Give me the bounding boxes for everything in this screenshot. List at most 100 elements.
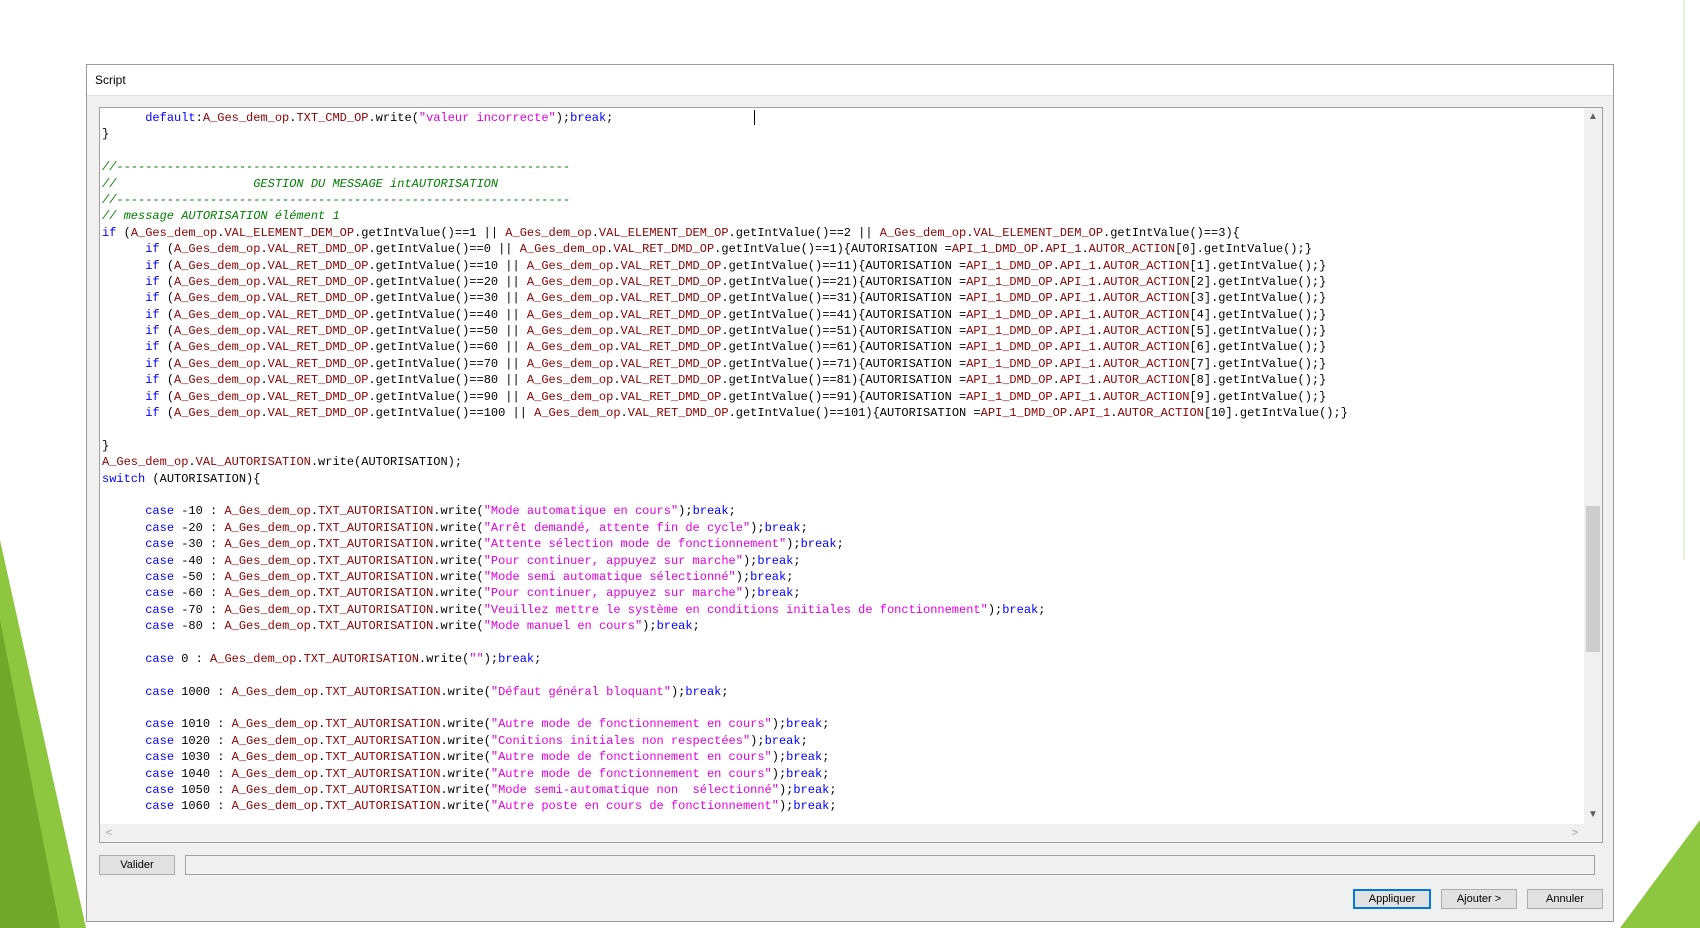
- code-text: ;: [606, 111, 614, 125]
- code-keyword: if: [102, 225, 117, 240]
- code-line[interactable]: case 1000 : A_Ges_dem_op.TXT_AUTORISATIO…: [102, 684, 1582, 700]
- code-string: "Arrêt demandé, attente fin de cycle": [483, 520, 751, 535]
- code-line[interactable]: if (A_Ges_dem_op.VAL_ELEMENT_DEM_OP.getI…: [102, 225, 1582, 241]
- code-text: .: [260, 258, 268, 273]
- code-line[interactable]: case -70 : A_Ges_dem_op.TXT_AUTORISATION…: [102, 602, 1582, 618]
- horizontal-scrollbar[interactable]: < >: [100, 824, 1584, 842]
- code-identifier: AUTOR_ACTION: [1103, 307, 1190, 322]
- validation-output-field[interactable]: [185, 855, 1595, 875]
- code-text: (: [159, 242, 175, 257]
- code-identifier: TXT_AUTORISATION: [318, 537, 434, 552]
- code-line[interactable]: case 1040 : A_Ges_dem_op.TXT_AUTORISATIO…: [102, 766, 1582, 782]
- code-line[interactable]: ​: [102, 667, 1582, 683]
- code-line[interactable]: A_Ges_dem_op.VAL_AUTORISATION.write(AUTO…: [102, 454, 1582, 470]
- code-line[interactable]: if (A_Ges_dem_op.VAL_RET_DMD_OP.getIntVa…: [102, 241, 1582, 257]
- code-line[interactable]: }: [102, 126, 1582, 142]
- code-text: .: [1095, 274, 1104, 289]
- code-line[interactable]: case -60 : A_Ges_dem_op.TXT_AUTORISATION…: [102, 585, 1582, 601]
- code-text: 1040 :: [174, 766, 232, 781]
- code-line[interactable]: ​: [102, 635, 1582, 651]
- code-text: (: [159, 373, 175, 388]
- script-editor[interactable]: default:A_Ges_dem_op.TXT_CMD_OP.write("v…: [99, 107, 1603, 843]
- code-identifier: API_1: [1059, 340, 1096, 355]
- code-identifier: AUTOR_ACTION: [1103, 291, 1190, 306]
- appliquer-button[interactable]: Appliquer: [1353, 889, 1431, 909]
- code-line[interactable]: ​: [102, 487, 1582, 503]
- code-identifier: VAL_RET_DMD_OP: [267, 389, 369, 404]
- scroll-down-icon[interactable]: ▼: [1584, 806, 1602, 824]
- code-line[interactable]: case 1030 : A_Ges_dem_op.TXT_AUTORISATIO…: [102, 749, 1582, 765]
- code-line[interactable]: if (A_Ges_dem_op.VAL_RET_DMD_OP.getIntVa…: [102, 372, 1582, 388]
- code-identifier: A_Ges_dem_op: [102, 455, 189, 470]
- code-identifier: API_1: [1074, 406, 1111, 421]
- code-keyword: if: [145, 373, 160, 388]
- code-line[interactable]: case 1010 : A_Ges_dem_op.TXT_AUTORISATIO…: [102, 716, 1582, 732]
- code-line[interactable]: case 1060 : A_Ges_dem_op.TXT_AUTORISATIO…: [102, 798, 1582, 814]
- scroll-right-icon[interactable]: >: [1566, 824, 1584, 842]
- code-area[interactable]: default:A_Ges_dem_op.TXT_CMD_OP.write("v…: [102, 110, 1582, 824]
- code-line[interactable]: case -10 : A_Ges_dem_op.TXT_AUTORISATION…: [102, 503, 1582, 519]
- vertical-scrollbar[interactable]: ▲ ▼: [1584, 108, 1602, 824]
- code-identifier: A_Ges_dem_op: [174, 389, 261, 404]
- code-line[interactable]: case -50 : A_Ges_dem_op.TXT_AUTORISATION…: [102, 569, 1582, 585]
- code-text: .getIntValue()==10 ||: [368, 258, 527, 273]
- code-keyword: break: [656, 619, 693, 634]
- code-line[interactable]: case -40 : A_Ges_dem_op.TXT_AUTORISATION…: [102, 553, 1582, 569]
- code-string: "Autre mode de fonctionnement en cours": [490, 717, 772, 732]
- slide-line-right: [1683, 0, 1685, 560]
- code-identifier: VAL_RET_DMD_OP: [267, 356, 369, 371]
- code-identifier: A_Ges_dem_op: [526, 274, 614, 289]
- code-line[interactable]: if (A_Ges_dem_op.VAL_RET_DMD_OP.getIntVa…: [102, 405, 1582, 421]
- window-title: Script: [95, 73, 126, 87]
- code-text: );: [742, 586, 758, 601]
- scroll-up-icon[interactable]: ▲: [1584, 108, 1602, 126]
- code-line[interactable]: case -80 : A_Ges_dem_op.TXT_AUTORISATION…: [102, 618, 1582, 634]
- code-text: .: [1052, 340, 1060, 355]
- code-line[interactable]: default:A_Ges_dem_op.TXT_CMD_OP.write("v…: [102, 110, 1582, 126]
- slide-decoration-left: [0, 540, 86, 928]
- code-keyword: if: [145, 356, 160, 371]
- code-text: );: [483, 651, 499, 666]
- code-line[interactable]: ​: [102, 421, 1582, 437]
- code-identifier: VAL_RET_DMD_OP: [627, 406, 729, 421]
- code-line[interactable]: if (A_Ges_dem_op.VAL_RET_DMD_OP.getIntVa…: [102, 323, 1582, 339]
- code-line[interactable]: ​: [102, 143, 1582, 159]
- code-line[interactable]: case 1020 : A_Ges_dem_op.TXT_AUTORISATIO…: [102, 733, 1582, 749]
- code-identifier: TXT_AUTORISATION: [325, 733, 441, 748]
- scroll-left-icon[interactable]: <: [100, 824, 118, 842]
- code-text: .: [613, 389, 621, 404]
- code-line[interactable]: if (A_Ges_dem_op.VAL_RET_DMD_OP.getIntVa…: [102, 356, 1582, 372]
- valider-button[interactable]: Valider: [99, 855, 175, 875]
- code-line[interactable]: //--------------------------------------…: [102, 159, 1582, 175]
- code-text: .getIntValue()==100 ||: [368, 406, 535, 421]
- code-line[interactable]: switch (AUTORISATION){: [102, 471, 1582, 487]
- code-identifier: TXT_AUTORISATION: [325, 783, 441, 798]
- code-string: "valeur incorrecte": [418, 111, 556, 125]
- code-identifier: VAL_RET_DMD_OP: [620, 356, 722, 371]
- code-line[interactable]: if (A_Ges_dem_op.VAL_RET_DMD_OP.getIntVa…: [102, 339, 1582, 355]
- code-keyword: case: [145, 783, 175, 798]
- code-line[interactable]: case 1050 : A_Ges_dem_op.TXT_AUTORISATIO…: [102, 782, 1582, 798]
- code-line[interactable]: }: [102, 438, 1582, 454]
- code-text: 1020 :: [174, 733, 232, 748]
- annuler-button[interactable]: Annuler: [1527, 889, 1603, 909]
- code-line[interactable]: case 0 : A_Ges_dem_op.TXT_AUTORISATION.w…: [102, 651, 1582, 667]
- code-line[interactable]: if (A_Ges_dem_op.VAL_RET_DMD_OP.getIntVa…: [102, 307, 1582, 323]
- code-string: "Veuillez mettre le système en condition…: [483, 602, 988, 617]
- code-string: "Mode semi automatique sélectionné": [483, 569, 736, 584]
- code-line[interactable]: if (A_Ges_dem_op.VAL_RET_DMD_OP.getIntVa…: [102, 274, 1582, 290]
- code-line[interactable]: if (A_Ges_dem_op.VAL_RET_DMD_OP.getIntVa…: [102, 290, 1582, 306]
- code-line[interactable]: //--------------------------------------…: [102, 192, 1582, 208]
- code-identifier: VAL_ELEMENT_DEM_OP: [224, 225, 355, 240]
- code-line[interactable]: if (A_Ges_dem_op.VAL_RET_DMD_OP.getIntVa…: [102, 389, 1582, 405]
- ajouter-button[interactable]: Ajouter >: [1441, 889, 1517, 909]
- code-line[interactable]: case -20 : A_Ges_dem_op.TXT_AUTORISATION…: [102, 520, 1582, 536]
- code-line[interactable]: // GESTION DU MESSAGE intAUTORISATION: [102, 176, 1582, 192]
- code-line[interactable]: case -30 : A_Ges_dem_op.TXT_AUTORISATION…: [102, 536, 1582, 552]
- code-identifier: A_Ges_dem_op: [224, 537, 311, 552]
- code-text: .write(: [440, 684, 491, 699]
- code-line[interactable]: if (A_Ges_dem_op.VAL_RET_DMD_OP.getIntVa…: [102, 258, 1582, 274]
- code-line[interactable]: ​: [102, 700, 1582, 716]
- vertical-scroll-thumb[interactable]: [1586, 506, 1600, 652]
- code-line[interactable]: // message AUTORISATION élément 1: [102, 208, 1582, 224]
